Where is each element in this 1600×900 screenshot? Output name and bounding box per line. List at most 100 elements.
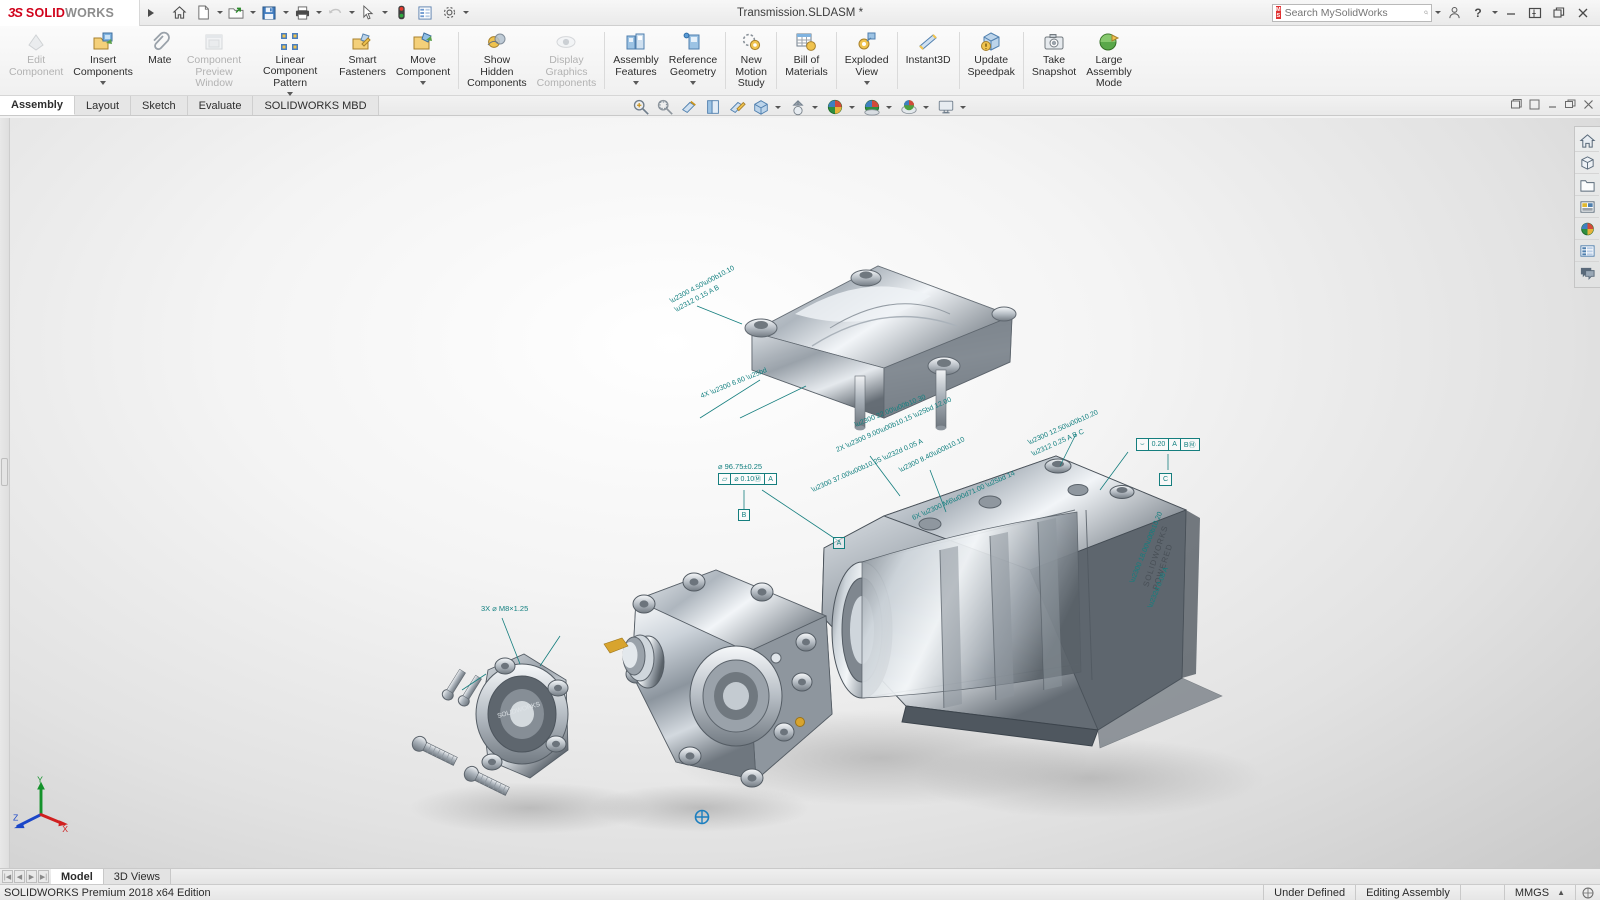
config-nav-arrow-0[interactable]: |◀ bbox=[2, 870, 13, 883]
ribbon-command-new-motion-study[interactable]: New Motion Study bbox=[729, 26, 773, 96]
undo-dropdown-caret[interactable] bbox=[349, 11, 355, 14]
open-folder-icon[interactable] bbox=[225, 3, 247, 23]
ribbon-command-update-speedpak[interactable]: Update Speedpak bbox=[963, 26, 1020, 96]
maximize-doc-icon[interactable] bbox=[1527, 97, 1542, 112]
new-document-dropdown-caret[interactable] bbox=[217, 11, 223, 14]
appearances-dropdown-caret[interactable] bbox=[923, 106, 929, 109]
ribbon-command-show-hidden-components[interactable]: Show Hidden Components bbox=[462, 26, 532, 96]
ribbon-command-dropdown-caret[interactable] bbox=[864, 81, 870, 85]
view-orientation-icon[interactable] bbox=[702, 96, 724, 118]
restore-doc-icon[interactable] bbox=[1509, 97, 1524, 112]
ribbon-command-bill-of-materials[interactable]: Bill of Materials bbox=[780, 26, 833, 96]
menu-expand-arrow[interactable] bbox=[140, 3, 162, 23]
overlay-icon[interactable] bbox=[1575, 885, 1600, 900]
status-right-group: Under Defined Editing Assembly MMGS ▲ bbox=[1263, 885, 1600, 900]
config-nav-arrow-3[interactable]: ▶| bbox=[38, 870, 49, 883]
options-gear-icon[interactable] bbox=[438, 3, 460, 23]
search-dropdown-caret[interactable] bbox=[1435, 11, 1441, 14]
appearance-sphere-icon[interactable] bbox=[1575, 218, 1599, 240]
open-dropdown-caret[interactable] bbox=[250, 11, 256, 14]
user-account-icon[interactable] bbox=[1443, 3, 1465, 23]
folder-icon[interactable] bbox=[1575, 174, 1599, 196]
ribbon-separator bbox=[897, 32, 898, 89]
hide-show-items-icon[interactable] bbox=[787, 96, 809, 118]
ribbon-command-insert-components[interactable]: Insert Components bbox=[68, 26, 138, 96]
ribbon-command-move-component[interactable]: Move Component bbox=[391, 26, 455, 96]
ribbon-command-take-snapshot[interactable]: Take Snapshot bbox=[1027, 26, 1081, 96]
display-style-icon[interactable] bbox=[750, 96, 772, 118]
undo-icon[interactable] bbox=[324, 3, 346, 23]
viewport-dropdown-caret[interactable] bbox=[960, 106, 966, 109]
close-doc-icon[interactable] bbox=[1581, 97, 1596, 112]
ribbon-command-linear-component-pattern[interactable]: Linear Component Pattern bbox=[246, 26, 334, 96]
options-dropdown-caret[interactable] bbox=[463, 11, 469, 14]
apply-scene-icon[interactable] bbox=[824, 96, 846, 118]
ribbon-command-instant3d[interactable]: Instant3D bbox=[901, 26, 956, 96]
ribbon-command-assembly-features[interactable]: Assembly Features bbox=[608, 26, 664, 96]
ribbon-command-large-assembly-mode[interactable]: Large Assembly Mode bbox=[1081, 26, 1137, 96]
search-input[interactable] bbox=[1285, 7, 1420, 19]
units-caret-icon[interactable]: ▲ bbox=[1557, 888, 1565, 897]
bottom-tab-3d-views[interactable]: 3D Views bbox=[104, 869, 171, 884]
assembly-model-3d[interactable]: SOLIDWORKS POWERED bbox=[0, 118, 1600, 868]
apply-scene-dropdown-caret[interactable] bbox=[849, 106, 855, 109]
display-style-edit-icon[interactable] bbox=[726, 96, 748, 118]
config-nav-arrow-2[interactable]: ▶ bbox=[26, 870, 37, 883]
view-palette-icon[interactable] bbox=[1575, 196, 1599, 218]
help-dropdown-caret[interactable] bbox=[1492, 11, 1498, 14]
zoom-to-fit-icon[interactable] bbox=[630, 96, 652, 118]
print-icon[interactable] bbox=[291, 3, 313, 23]
search-mysolidworks[interactable]: MS bbox=[1272, 4, 1432, 22]
tab-layout[interactable]: Layout bbox=[75, 96, 131, 115]
library-box-icon[interactable] bbox=[1575, 152, 1599, 174]
home-icon[interactable] bbox=[168, 3, 190, 23]
symbol-profile-surface: ⌣ bbox=[1137, 439, 1149, 450]
hide-show-items-dropdown-caret[interactable] bbox=[812, 106, 818, 109]
ribbon-command-dropdown-caret[interactable] bbox=[690, 81, 696, 85]
ribbon-command-dropdown-caret[interactable] bbox=[633, 81, 639, 85]
tab-evaluate[interactable]: Evaluate bbox=[188, 96, 254, 115]
ribbon-command-exploded-view[interactable]: Exploded View bbox=[840, 26, 894, 96]
ribbon-command-label: Show Hidden Components bbox=[467, 55, 527, 90]
appearances-sphere-icon[interactable] bbox=[898, 96, 920, 118]
new-document-icon[interactable] bbox=[192, 3, 214, 23]
file-properties-icon[interactable] bbox=[414, 3, 436, 23]
save-icon[interactable] bbox=[258, 3, 280, 23]
ribbon-command-mate[interactable]: Mate bbox=[138, 26, 182, 96]
config-nav-arrow-1[interactable]: ◀ bbox=[14, 870, 25, 883]
status-units[interactable]: MMGS ▲ bbox=[1504, 885, 1575, 900]
custom-properties-icon[interactable] bbox=[1575, 240, 1599, 262]
view-settings-icon[interactable] bbox=[861, 96, 883, 118]
display-graphics-icon bbox=[555, 30, 577, 54]
help-question-icon[interactable]: ? bbox=[1467, 3, 1489, 23]
ribbon-command-reference-geometry[interactable]: Reference Geometry bbox=[664, 26, 722, 96]
home-house-icon[interactable] bbox=[1575, 130, 1599, 152]
bottom-tab-model[interactable]: Model bbox=[51, 869, 104, 884]
forum-bubble-icon[interactable] bbox=[1575, 262, 1599, 284]
minimize-button[interactable] bbox=[1500, 3, 1522, 23]
minimize-doc-icon[interactable] bbox=[1545, 97, 1560, 112]
ribbon-command-dropdown-caret[interactable] bbox=[420, 81, 426, 85]
ribbon-command-smart-fasteners[interactable]: Smart Fasteners bbox=[334, 26, 391, 96]
save-dropdown-caret[interactable] bbox=[283, 11, 289, 14]
tab-sketch[interactable]: Sketch bbox=[131, 96, 188, 115]
restore-button[interactable] bbox=[1524, 3, 1546, 23]
select-cursor-icon[interactable] bbox=[357, 3, 379, 23]
triad-drag-handle[interactable] bbox=[692, 806, 712, 828]
rebuild-icon[interactable] bbox=[390, 3, 412, 23]
display-style-dropdown-caret[interactable] bbox=[775, 106, 781, 109]
ribbon-command-display-graphics-components: Display Graphics Components bbox=[532, 26, 602, 96]
tab-solidworks-mbd[interactable]: SOLIDWORKS MBD bbox=[253, 96, 378, 115]
section-view-icon[interactable] bbox=[678, 96, 700, 118]
view-settings-dropdown-caret[interactable] bbox=[886, 106, 892, 109]
print-dropdown-caret[interactable] bbox=[316, 11, 322, 14]
ribbon-command-dropdown-caret[interactable] bbox=[100, 81, 106, 85]
viewport-monitor-icon[interactable] bbox=[935, 96, 957, 118]
select-dropdown-caret[interactable] bbox=[382, 11, 388, 14]
restore-window-icon[interactable] bbox=[1563, 97, 1578, 112]
maximize-button[interactable] bbox=[1548, 3, 1570, 23]
close-button[interactable] bbox=[1572, 3, 1594, 23]
zoom-to-area-icon[interactable] bbox=[654, 96, 676, 118]
tab-assembly[interactable]: Assembly bbox=[0, 96, 75, 115]
graphics-area[interactable]: SOLIDWORKS POWERED bbox=[0, 118, 1600, 868]
